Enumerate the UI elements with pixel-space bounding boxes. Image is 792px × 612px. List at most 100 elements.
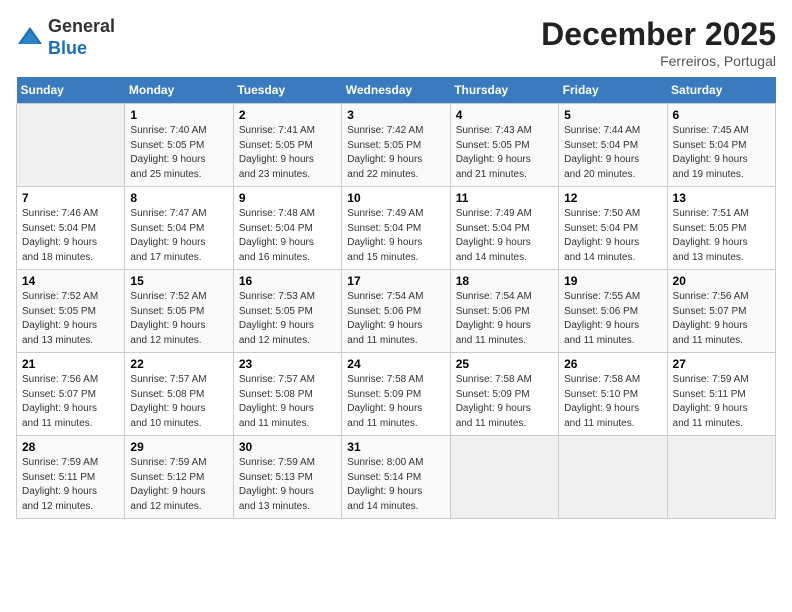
logo-blue-text: Blue: [48, 38, 87, 58]
day-cell: 18 Sunrise: 7:54 AM Sunset: 5:06 PM Dayli…: [450, 270, 558, 353]
day-cell: 3Sunrise: 7:42 AM Sunset: 5:05 PM Daylig…: [342, 104, 450, 187]
day-number: 7: [22, 191, 119, 205]
day-cell: 13Sunrise: 7:51 AM Sunset: 5:05 PM Dayli…: [667, 187, 775, 270]
day-number: 24: [347, 357, 444, 371]
day-number: 11: [456, 191, 553, 205]
day-info: Sunrise: 7:50 AM Sunset: 5:04 PM Dayligh…: [564, 207, 661, 265]
day-cell: [450, 436, 558, 519]
day-number: 20: [673, 274, 770, 288]
day-info: Sunrise: 7:47 AM Sunset: 5:04 PM Dayligh…: [130, 207, 227, 265]
day-number: 5: [564, 108, 661, 122]
day-cell: 28 Sunrise: 7:59 AM Sunset: 5:11 PM Dayli…: [17, 436, 125, 519]
day-info: Sunrise: 7:55 AM Sunset: 5:06 PM Dayligh…: [564, 290, 661, 348]
day-info: Sunrise: 7:48 AM Sunset: 5:04 PM Dayligh…: [239, 207, 336, 265]
week-row-3: 14Sunrise: 7:52 AM Sunset: 5:05 PM Dayli…: [17, 270, 776, 353]
day-cell: 22 Sunrise: 7:57 AM Sunset: 5:08 PM Dayli…: [125, 353, 233, 436]
weekday-header-sunday: Sunday: [17, 77, 125, 104]
day-number: 22: [130, 357, 227, 371]
day-cell: 15Sunrise: 7:52 AM Sunset: 5:05 PM Dayli…: [125, 270, 233, 353]
day-number: 8: [130, 191, 227, 205]
day-number: 27: [673, 357, 770, 371]
day-cell: 31Sunrise: 8:00 AM Sunset: 5:14 PM Dayli…: [342, 436, 450, 519]
day-info: Sunrise: 7:58 AM Sunset: 5:09 PM Dayligh…: [456, 373, 553, 431]
day-number: 26: [564, 357, 661, 371]
day-cell: 24 Sunrise: 7:58 AM Sunset: 5:09 PM Dayli…: [342, 353, 450, 436]
weekday-header-wednesday: Wednesday: [342, 77, 450, 104]
day-number: 17: [347, 274, 444, 288]
logo: General Blue: [16, 16, 115, 59]
weekday-header-monday: Monday: [125, 77, 233, 104]
day-cell: 11Sunrise: 7:49 AM Sunset: 5:04 PM Dayli…: [450, 187, 558, 270]
day-info: Sunrise: 7:59 AM Sunset: 5:11 PM Dayligh…: [673, 373, 770, 431]
day-cell: 21 Sunrise: 7:56 AM Sunset: 5:07 PM Dayli…: [17, 353, 125, 436]
day-info: Sunrise: 7:59 AM Sunset: 5:13 PM Dayligh…: [239, 456, 336, 514]
day-info: Sunrise: 7:49 AM Sunset: 5:04 PM Dayligh…: [347, 207, 444, 265]
day-cell: [559, 436, 667, 519]
day-info: Sunrise: 7:51 AM Sunset: 5:05 PM Dayligh…: [673, 207, 770, 265]
day-cell: 30 Sunrise: 7:59 AM Sunset: 5:13 PM Dayli…: [233, 436, 341, 519]
day-info: Sunrise: 7:44 AM Sunset: 5:04 PM Dayligh…: [564, 124, 661, 182]
calendar-subtitle: Ferreiros, Portugal: [541, 53, 776, 69]
day-cell: [17, 104, 125, 187]
day-number: 23: [239, 357, 336, 371]
day-number: 21: [22, 357, 119, 371]
day-cell: 5 Sunrise: 7:44 AM Sunset: 5:04 PM Daylig…: [559, 104, 667, 187]
weekday-header-friday: Friday: [559, 77, 667, 104]
day-info: Sunrise: 7:56 AM Sunset: 5:07 PM Dayligh…: [673, 290, 770, 348]
day-cell: 8 Sunrise: 7:47 AM Sunset: 5:04 PM Daylig…: [125, 187, 233, 270]
day-number: 31: [347, 440, 444, 454]
day-cell: 1 Sunrise: 7:40 AM Sunset: 5:05 PM Daylig…: [125, 104, 233, 187]
day-number: 25: [456, 357, 553, 371]
day-cell: 7 Sunrise: 7:46 AM Sunset: 5:04 PM Daylig…: [17, 187, 125, 270]
day-cell: 23 Sunrise: 7:57 AM Sunset: 5:08 PM Dayli…: [233, 353, 341, 436]
day-number: 2: [239, 108, 336, 122]
week-row-1: 1 Sunrise: 7:40 AM Sunset: 5:05 PM Daylig…: [17, 104, 776, 187]
week-row-2: 7 Sunrise: 7:46 AM Sunset: 5:04 PM Daylig…: [17, 187, 776, 270]
day-number: 28: [22, 440, 119, 454]
day-info: Sunrise: 7:52 AM Sunset: 5:05 PM Dayligh…: [130, 290, 227, 348]
weekday-header-thursday: Thursday: [450, 77, 558, 104]
day-info: Sunrise: 7:58 AM Sunset: 5:10 PM Dayligh…: [564, 373, 661, 431]
day-cell: 25 Sunrise: 7:58 AM Sunset: 5:09 PM Dayli…: [450, 353, 558, 436]
day-info: Sunrise: 7:57 AM Sunset: 5:08 PM Dayligh…: [239, 373, 336, 431]
day-info: Sunrise: 7:54 AM Sunset: 5:06 PM Dayligh…: [456, 290, 553, 348]
day-info: Sunrise: 7:46 AM Sunset: 5:04 PM Dayligh…: [22, 207, 119, 265]
calendar-body: 1 Sunrise: 7:40 AM Sunset: 5:05 PM Daylig…: [17, 104, 776, 519]
day-number: 9: [239, 191, 336, 205]
day-number: 10: [347, 191, 444, 205]
day-info: Sunrise: 7:40 AM Sunset: 5:05 PM Dayligh…: [130, 124, 227, 182]
logo-icon: [16, 24, 44, 52]
day-info: Sunrise: 7:59 AM Sunset: 5:12 PM Dayligh…: [130, 456, 227, 514]
day-number: 16: [239, 274, 336, 288]
weekday-header-saturday: Saturday: [667, 77, 775, 104]
day-cell: 14Sunrise: 7:52 AM Sunset: 5:05 PM Dayli…: [17, 270, 125, 353]
day-number: 29: [130, 440, 227, 454]
day-cell: 9 Sunrise: 7:48 AM Sunset: 5:04 PM Daylig…: [233, 187, 341, 270]
day-info: Sunrise: 7:57 AM Sunset: 5:08 PM Dayligh…: [130, 373, 227, 431]
day-cell: 26 Sunrise: 7:58 AM Sunset: 5:10 PM Dayli…: [559, 353, 667, 436]
day-info: Sunrise: 7:45 AM Sunset: 5:04 PM Dayligh…: [673, 124, 770, 182]
day-cell: 10 Sunrise: 7:49 AM Sunset: 5:04 PM Dayli…: [342, 187, 450, 270]
day-info: Sunrise: 7:59 AM Sunset: 5:11 PM Dayligh…: [22, 456, 119, 514]
day-cell: 2 Sunrise: 7:41 AM Sunset: 5:05 PM Daylig…: [233, 104, 341, 187]
day-number: 3: [347, 108, 444, 122]
title-block: December 2025 Ferreiros, Portugal: [541, 16, 776, 69]
day-info: Sunrise: 7:54 AM Sunset: 5:06 PM Dayligh…: [347, 290, 444, 348]
day-info: Sunrise: 7:41 AM Sunset: 5:05 PM Dayligh…: [239, 124, 336, 182]
day-number: 1: [130, 108, 227, 122]
day-info: Sunrise: 7:52 AM Sunset: 5:05 PM Dayligh…: [22, 290, 119, 348]
day-info: Sunrise: 7:43 AM Sunset: 5:05 PM Dayligh…: [456, 124, 553, 182]
day-info: Sunrise: 7:58 AM Sunset: 5:09 PM Dayligh…: [347, 373, 444, 431]
day-cell: 27 Sunrise: 7:59 AM Sunset: 5:11 PM Dayli…: [667, 353, 775, 436]
week-row-5: 28 Sunrise: 7:59 AM Sunset: 5:11 PM Dayli…: [17, 436, 776, 519]
day-cell: 12 Sunrise: 7:50 AM Sunset: 5:04 PM Dayli…: [559, 187, 667, 270]
day-info: Sunrise: 7:56 AM Sunset: 5:07 PM Dayligh…: [22, 373, 119, 431]
day-cell: 29 Sunrise: 7:59 AM Sunset: 5:12 PM Dayli…: [125, 436, 233, 519]
day-number: 6: [673, 108, 770, 122]
day-number: 30: [239, 440, 336, 454]
day-number: 12: [564, 191, 661, 205]
weekday-header-tuesday: Tuesday: [233, 77, 341, 104]
day-cell: 4Sunrise: 7:43 AM Sunset: 5:05 PM Daylig…: [450, 104, 558, 187]
day-number: 18: [456, 274, 553, 288]
day-cell: 20 Sunrise: 7:56 AM Sunset: 5:07 PM Dayli…: [667, 270, 775, 353]
